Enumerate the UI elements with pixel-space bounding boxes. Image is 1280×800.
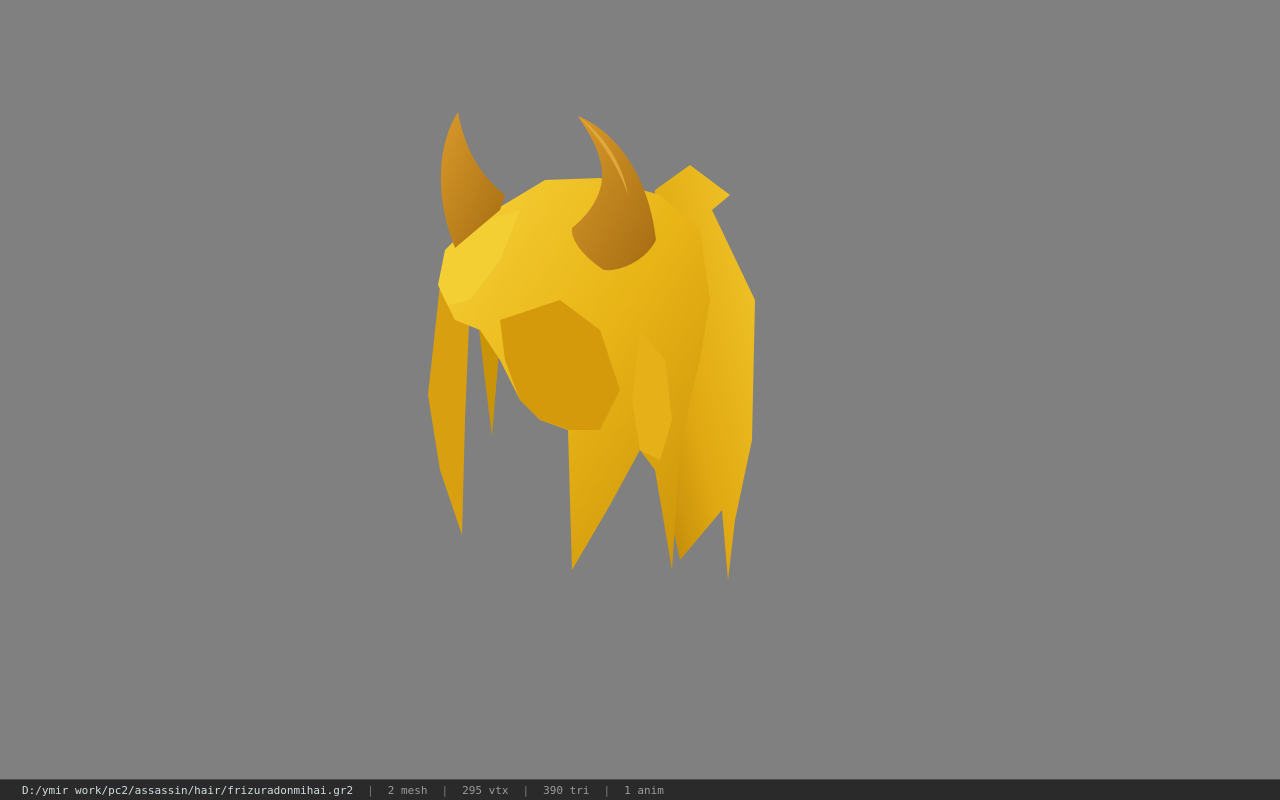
anim-count: 1 anim [624,783,664,797]
vertex-count: 295 vtx [462,783,509,797]
hair-model-render[interactable] [0,0,1280,779]
separator: | [367,783,374,797]
status-bar: D:/ymir work/pc2/assassin/hair/frizurado… [0,779,1280,800]
file-path: D:/ymir work/pc2/assassin/hair/frizurado… [22,783,354,797]
separator: | [441,783,449,797]
triangle-count: 390 tri [543,783,590,797]
mesh-count: 2 mesh [387,783,428,797]
separator: | [603,783,611,797]
separator: | [522,783,530,797]
3d-viewport[interactable] [0,0,1280,779]
